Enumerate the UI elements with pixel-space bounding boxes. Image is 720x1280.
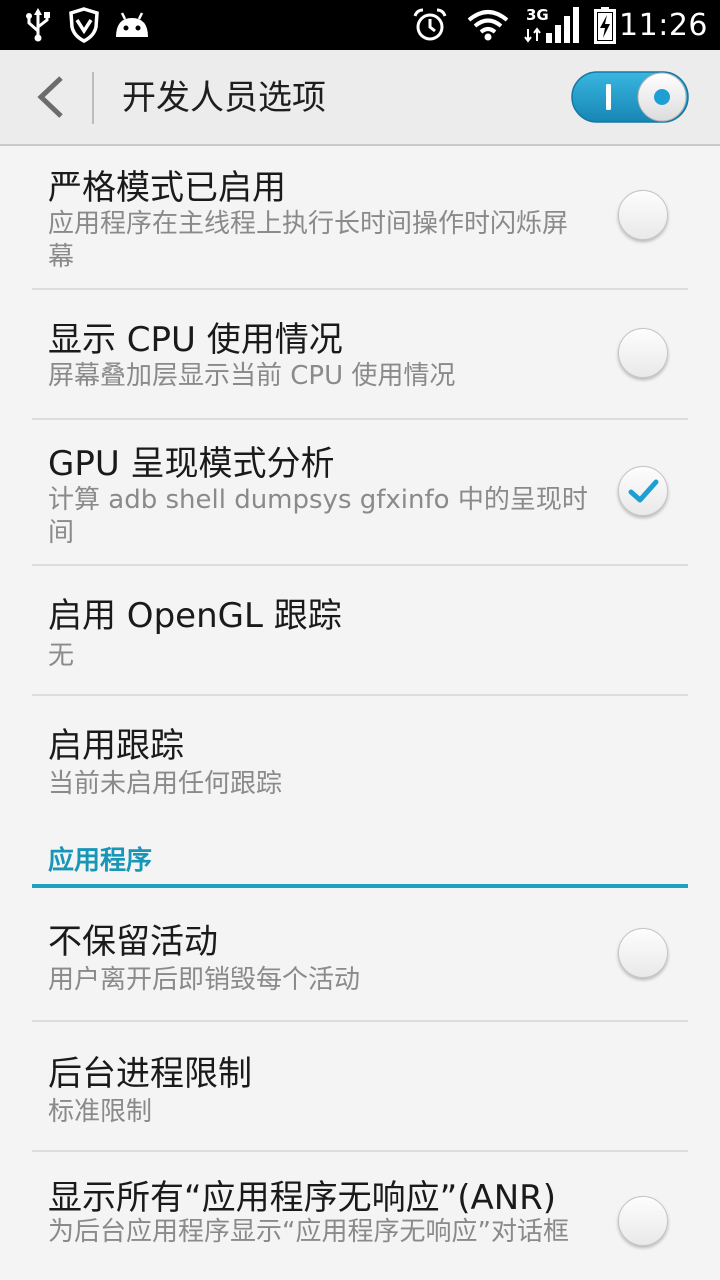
usb-icon xyxy=(20,0,56,50)
chevron-left-icon xyxy=(37,76,63,118)
strict-mode-checkbox[interactable] xyxy=(618,190,668,240)
shield-icon xyxy=(66,0,102,50)
action-bar: 开发人员选项 xyxy=(0,50,720,146)
item-summary: 应用程序在主线程上执行长时间操作时闪烁屏幕 xyxy=(48,209,569,272)
signal-icon: 3G xyxy=(524,0,580,50)
list-item-dont-keep-activities[interactable]: 不保留活动 用户离开后即销毁每个活动 xyxy=(32,888,688,1022)
checkmark-icon xyxy=(628,479,659,503)
action-bar-divider xyxy=(92,72,94,124)
list-item-opengl-trace[interactable]: 启用 OpenGL 跟踪 无 xyxy=(32,566,688,696)
dont-keep-activities-checkbox[interactable] xyxy=(618,928,668,978)
android-icon xyxy=(112,0,152,50)
item-title: 显示所有“应用程序无响应”(ANR) xyxy=(48,1178,557,1218)
show-cpu-checkbox[interactable] xyxy=(618,328,668,378)
alarm-icon xyxy=(410,0,450,50)
item-summary: 无 xyxy=(48,641,75,671)
item-summary: 标准限制 xyxy=(48,1097,153,1127)
gpu-profiling-checkbox[interactable] xyxy=(618,466,668,516)
item-title: 启用跟踪 xyxy=(48,726,184,766)
list-item-background-process-limit[interactable]: 后台进程限制 标准限制 xyxy=(32,1022,688,1152)
item-title: 启用 OpenGL 跟踪 xyxy=(48,596,342,636)
item-summary: 计算 adb shell dumpsys gfxinfo 中的呈现时间 xyxy=(48,485,588,548)
item-title: 严格模式已启用 xyxy=(48,168,286,208)
item-summary: 当前未启用任何跟踪 xyxy=(48,769,283,799)
item-title: GPU 呈现模式分析 xyxy=(48,444,335,484)
status-time: 11:26 xyxy=(619,7,708,43)
back-button[interactable] xyxy=(20,64,80,130)
wifi-icon xyxy=(466,0,510,50)
list-item-gpu-profiling[interactable]: GPU 呈现模式分析 计算 adb shell dumpsys gfxinfo … xyxy=(32,420,688,566)
list-item-strict-mode[interactable]: 严格模式已启用 应用程序在主线程上执行长时间操作时闪烁屏幕 xyxy=(32,146,688,290)
item-summary: 屏幕叠加层显示当前 CPU 使用情况 xyxy=(48,361,456,391)
item-summary: 为后台应用程序显示“应用程序无响应”对话框 xyxy=(48,1217,569,1247)
section-label: 应用程序 xyxy=(48,846,153,876)
item-title: 显示 CPU 使用情况 xyxy=(48,320,343,360)
item-title: 不保留活动 xyxy=(48,922,218,962)
page-title: 开发人员选项 xyxy=(122,78,326,118)
list-item-enable-trace[interactable]: 启用跟踪 当前未启用任何跟踪 xyxy=(32,696,688,836)
developer-options-toggle[interactable] xyxy=(570,70,690,124)
item-summary: 用户离开后即销毁每个活动 xyxy=(48,965,361,995)
item-title: 后台进程限制 xyxy=(48,1054,252,1094)
status-bar: 3G 11:26 xyxy=(0,0,720,50)
show-all-anrs-checkbox[interactable] xyxy=(618,1196,668,1246)
battery-charging-icon xyxy=(592,0,618,50)
section-header-apps: 应用程序 xyxy=(32,836,688,888)
list-item-show-cpu[interactable]: 显示 CPU 使用情况 屏幕叠加层显示当前 CPU 使用情况 xyxy=(32,290,688,420)
list-item-show-all-anrs[interactable]: 显示所有“应用程序无响应”(ANR) 为后台应用程序显示“应用程序无响应”对话框 xyxy=(32,1152,688,1280)
